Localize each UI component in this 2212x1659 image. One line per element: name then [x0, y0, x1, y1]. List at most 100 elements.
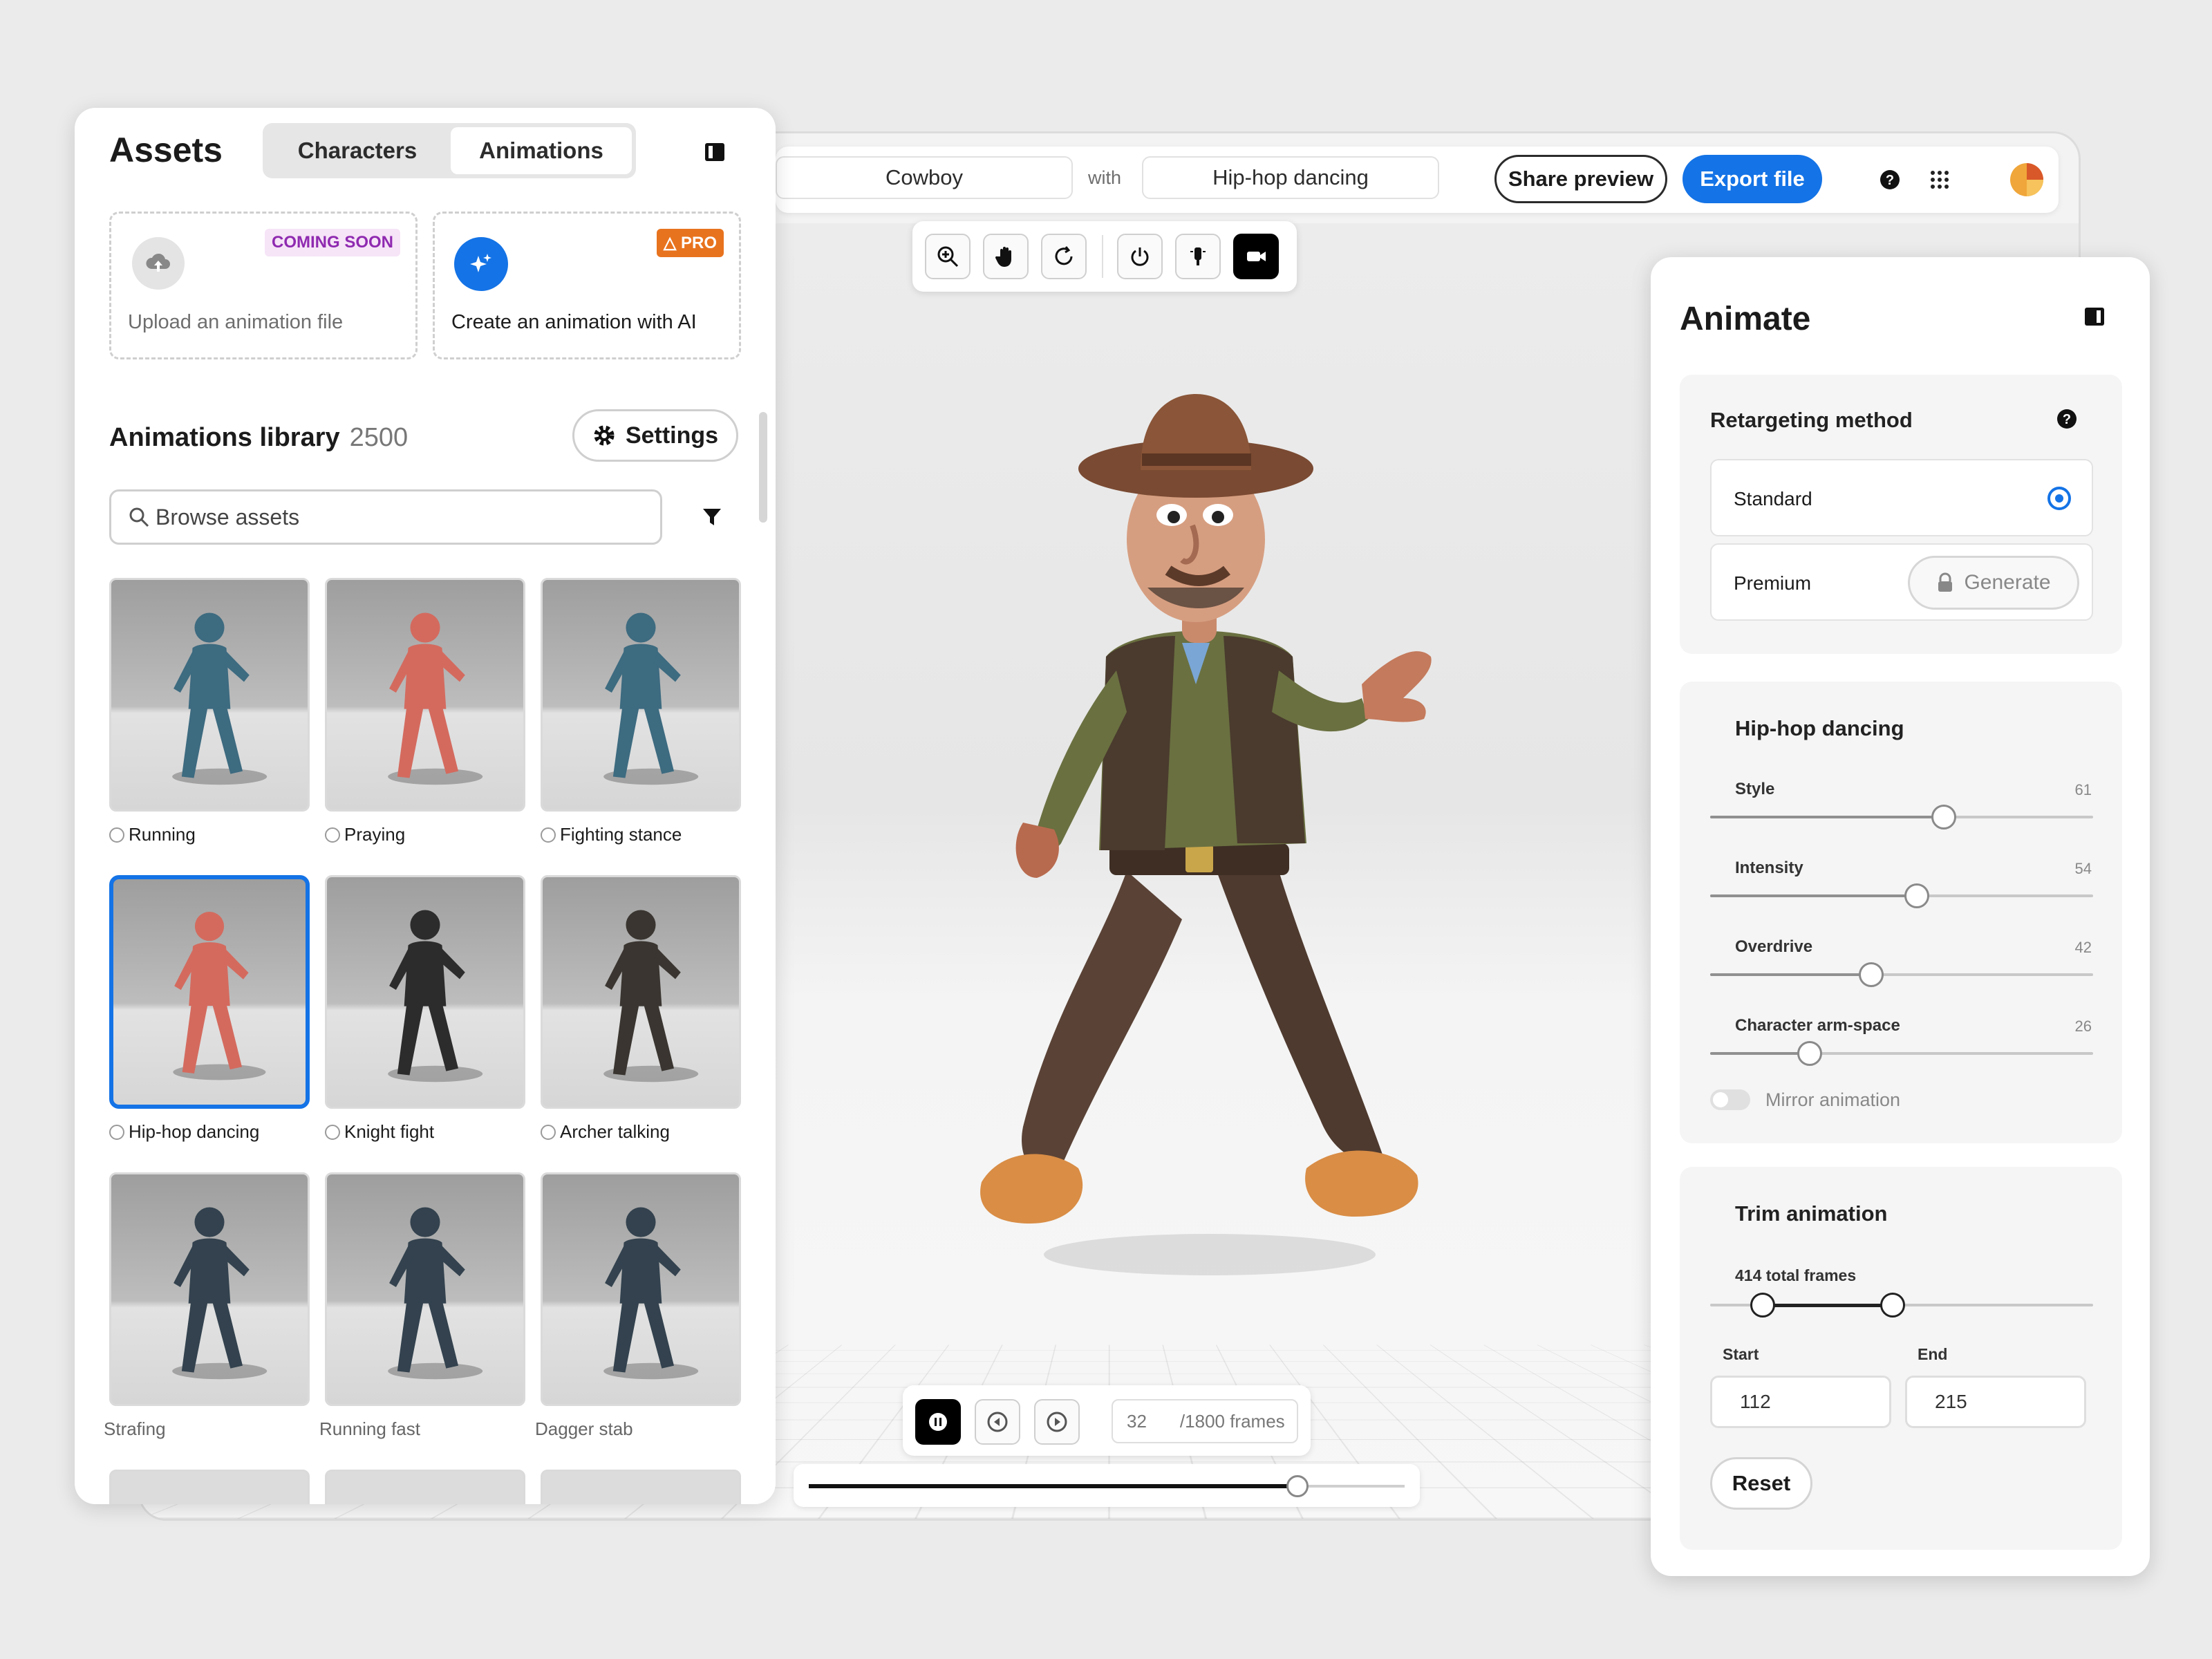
animation-label: Praying: [325, 824, 405, 845]
pro-icon: △: [663, 234, 681, 252]
gear-icon: [594, 425, 615, 446]
sparkle-icon: [454, 237, 508, 291]
option-premium[interactable]: Premium Generate: [1710, 543, 2093, 621]
trim-end-thumb[interactable]: [1880, 1293, 1905, 1318]
tab-animations[interactable]: Animations: [451, 127, 632, 174]
end-frame-input[interactable]: 215: [1905, 1376, 2086, 1428]
timeline-scrubber[interactable]: [794, 1464, 1420, 1507]
slider-track[interactable]: [1710, 962, 2093, 987]
upload-animation-card[interactable]: COMING SOON Upload an animation file: [109, 212, 418, 359]
trim-start-thumb[interactable]: [1750, 1293, 1775, 1318]
animate-panel: Animate Retargeting method ? Standard Pr…: [1651, 257, 2150, 1576]
light-icon[interactable]: [1175, 234, 1221, 279]
slider-value: 61: [2074, 781, 2092, 798]
option-standard-label: Standard: [1734, 488, 1812, 509]
share-preview-button[interactable]: Share preview: [1494, 155, 1667, 203]
animation-thumbnail[interactable]: [325, 1172, 525, 1406]
total-frames: /1800 frames: [1179, 1410, 1285, 1432]
coming-soon-badge: COMING SOON: [264, 229, 400, 256]
slider-fill: [1710, 1052, 1810, 1055]
search-input[interactable]: Browse assets: [109, 489, 662, 545]
assets-title: Assets: [109, 131, 223, 169]
svg-text:?: ?: [1886, 173, 1894, 188]
slider-thumb[interactable]: [1904, 883, 1929, 908]
start-frame-input[interactable]: 112: [1710, 1376, 1891, 1428]
animation-thumbnail[interactable]: [109, 578, 310, 812]
trim-range: [1763, 1304, 1893, 1307]
slider-thumb[interactable]: [1931, 805, 1956, 830]
cowboy-character-model: [980, 394, 1432, 1275]
ai-animation-card[interactable]: △ PRO Create an animation with AI: [433, 212, 741, 359]
asset-type-tabs: Characters Animations: [263, 123, 636, 178]
slider-thumb[interactable]: [1859, 962, 1884, 987]
retargeting-section: Retargeting method ? Standard Premium Ge…: [1680, 375, 2122, 654]
apps-grid-icon[interactable]: [1926, 166, 1953, 194]
step-back-icon[interactable]: [975, 1399, 1020, 1445]
slider-track[interactable]: [1710, 883, 2093, 908]
animation-thumbnail[interactable]: [109, 1470, 310, 1504]
hand-pan-icon[interactable]: [983, 234, 1029, 279]
viewport-toolbar: [912, 221, 1297, 292]
animation-thumbnail[interactable]: [325, 578, 525, 812]
svg-text:?: ?: [2063, 412, 2071, 427]
slider-track[interactable]: [1710, 1041, 2093, 1066]
ai-card-title: Create an animation with AI: [451, 311, 697, 333]
animation-field[interactable]: Hip-hop dancing: [1142, 156, 1439, 199]
step-forward-icon[interactable]: [1034, 1399, 1080, 1445]
start-label: Start: [1723, 1345, 1759, 1363]
reset-button[interactable]: Reset: [1710, 1457, 1812, 1510]
animation-thumbnail[interactable]: [541, 578, 741, 812]
animation-label: Knight fight: [325, 1121, 434, 1143]
figure-model: [388, 1207, 483, 1380]
panel-toggle-icon[interactable]: [700, 137, 730, 167]
timeline-thumb[interactable]: [1286, 1475, 1309, 1497]
animation-thumbnail[interactable]: [109, 875, 310, 1109]
animation-thumbnail[interactable]: [541, 875, 741, 1109]
slider-label: Overdrive: [1735, 937, 1813, 956]
scrollbar[interactable]: [759, 412, 767, 523]
user-icon: [541, 827, 556, 843]
animation-thumbnail[interactable]: [325, 875, 525, 1109]
character-field[interactable]: Cowboy: [776, 156, 1073, 199]
figure-model: [172, 1207, 268, 1380]
top-bar: Cowboy with Hip-hop dancing Share previe…: [776, 147, 2059, 213]
power-icon[interactable]: [1117, 234, 1163, 279]
animation-label: Archer talking: [541, 1121, 670, 1143]
tab-characters[interactable]: Characters: [267, 127, 448, 174]
animation-label: Hip-hop dancing: [109, 1121, 259, 1143]
filter-icon[interactable]: [697, 502, 727, 532]
user-icon: [109, 827, 124, 843]
slider-track[interactable]: [1710, 805, 2093, 830]
settings-button[interactable]: Settings: [572, 409, 738, 462]
animation-thumbnail[interactable]: [541, 1470, 741, 1504]
slider-thumb[interactable]: [1797, 1041, 1822, 1066]
animation-thumbnail[interactable]: [325, 1470, 525, 1504]
zoom-in-icon[interactable]: [925, 234, 971, 279]
help-icon[interactable]: ?: [2053, 405, 2081, 433]
mirror-toggle[interactable]: [1710, 1089, 1750, 1110]
frame-counter[interactable]: 32 /1800 frames: [1112, 1399, 1298, 1443]
export-file-button[interactable]: Export file: [1683, 155, 1822, 203]
current-frame: 32: [1127, 1410, 1147, 1432]
slider-fill: [1710, 973, 1871, 976]
trim-track[interactable]: [1710, 1293, 2093, 1318]
slider-fill: [1710, 816, 1944, 818]
animation-thumbnail[interactable]: [541, 1172, 741, 1406]
animate-title: Animate: [1680, 301, 1811, 337]
hiphop-title: Hip-hop dancing: [1735, 716, 1904, 740]
radio-selected[interactable]: [2047, 487, 2071, 510]
camera-icon[interactable]: [1233, 234, 1279, 279]
slider-fill: [1710, 894, 1917, 897]
avatar-icon[interactable]: [2007, 160, 2046, 199]
animation-thumbnail[interactable]: [109, 1172, 310, 1406]
slider-value: 26: [2074, 1018, 2092, 1035]
animation-label: Fighting stance: [541, 824, 682, 845]
help-icon[interactable]: ?: [1876, 166, 1904, 194]
panel-toggle-icon[interactable]: [2079, 301, 2110, 332]
pause-icon[interactable]: [915, 1399, 961, 1445]
generate-button[interactable]: Generate: [1908, 556, 2079, 610]
timeline-progress: [809, 1484, 1297, 1488]
figure-model: [388, 612, 483, 785]
rotate-icon[interactable]: [1041, 234, 1087, 279]
option-standard[interactable]: Standard: [1710, 459, 2093, 536]
